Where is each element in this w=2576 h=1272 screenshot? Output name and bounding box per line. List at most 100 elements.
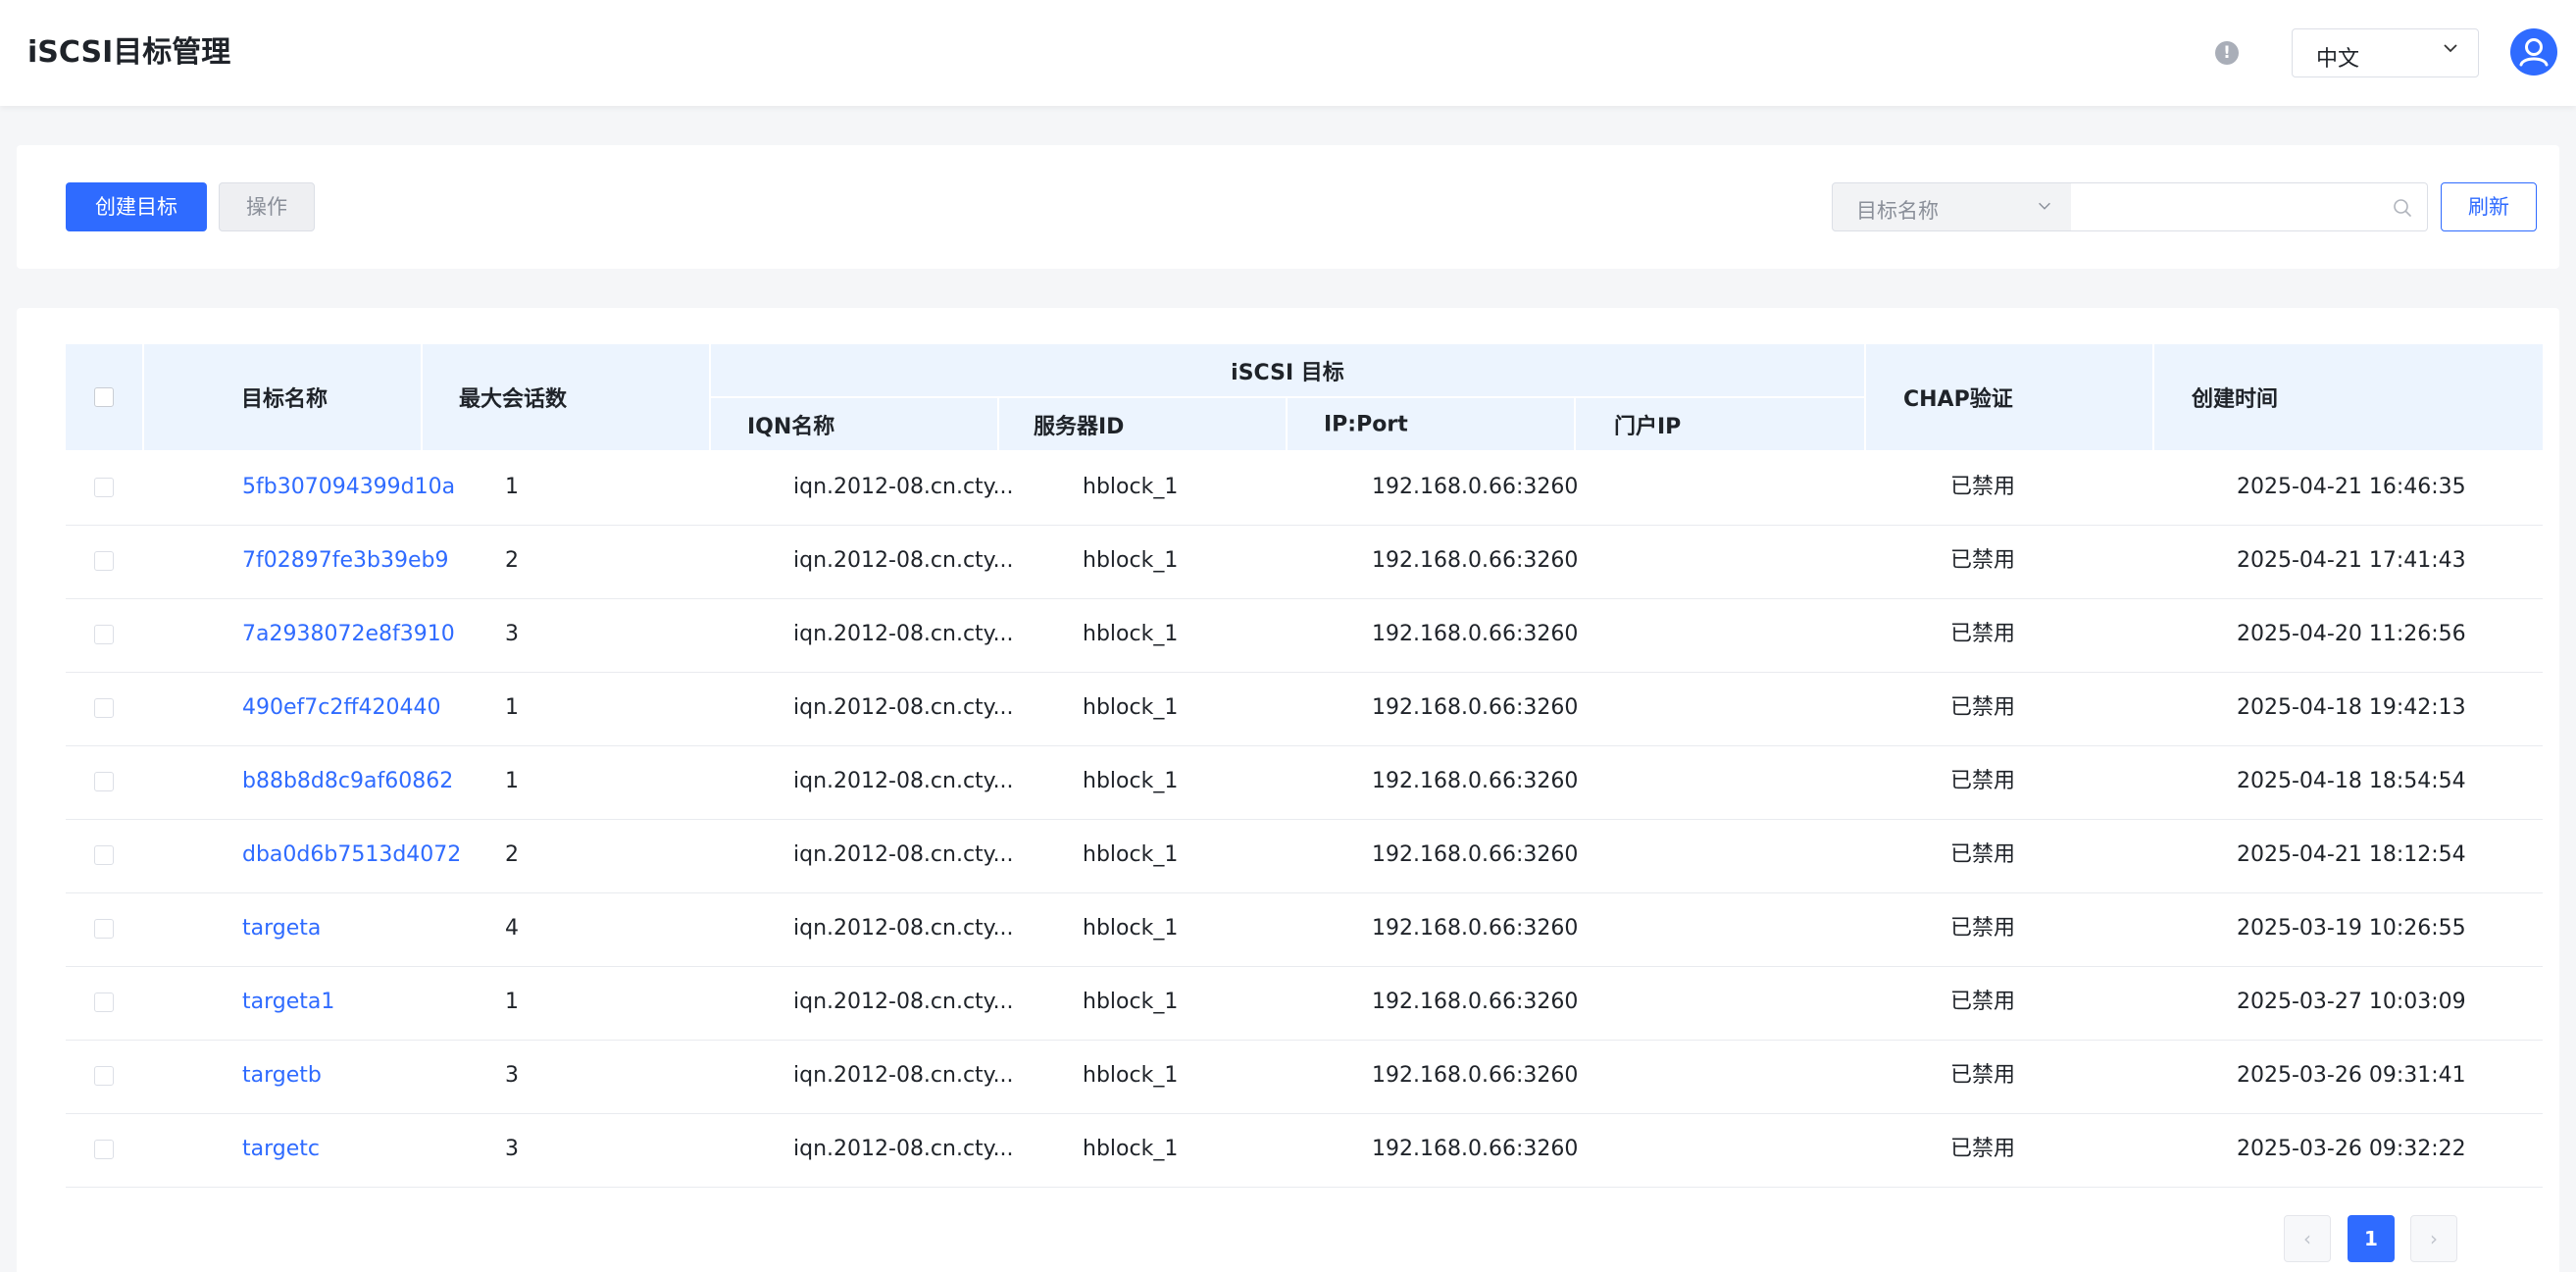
- ip-port-cell: 192.168.0.66:3260: [1372, 916, 1579, 941]
- row-checkbox[interactable]: [94, 625, 114, 644]
- pagination-prev-button[interactable]: ‹: [2284, 1215, 2331, 1262]
- header-server-id-label: 服务器ID: [1034, 414, 1125, 439]
- iqn-cell: iqn.2012-08.cn.cty...: [793, 1063, 1014, 1088]
- target-name-link[interactable]: targetc: [242, 1113, 320, 1186]
- header-iqn-label: IQN名称: [747, 414, 835, 439]
- target-name-link[interactable]: b88b8d8c9af60862: [242, 745, 453, 818]
- header-portal-ip: 门户IP: [1576, 398, 1864, 450]
- iqn-cell: iqn.2012-08.cn.cty...: [793, 990, 1014, 1014]
- max-sessions-cell: 1: [505, 475, 519, 499]
- target-name-link[interactable]: 7f02897fe3b39eb9: [242, 525, 448, 597]
- refresh-button[interactable]: 刷新: [2441, 182, 2537, 231]
- chap-status-cell: 已禁用: [1950, 475, 2016, 499]
- header-created: 创建时间: [2154, 344, 2543, 450]
- header-target-name: 目标名称: [144, 344, 421, 450]
- row-checkbox[interactable]: [94, 772, 114, 791]
- server-id-cell: hblock_1: [1083, 1137, 1179, 1161]
- target-name-link[interactable]: targeta1: [242, 966, 334, 1039]
- created-time-cell: 2025-03-26 09:32:22: [2237, 1137, 2466, 1161]
- server-id-cell: hblock_1: [1083, 842, 1179, 867]
- server-id-cell: hblock_1: [1083, 916, 1179, 941]
- created-time-cell: 2025-03-26 09:31:41: [2237, 1063, 2466, 1088]
- ip-port-cell: 192.168.0.66:3260: [1372, 548, 1579, 573]
- header-portal-ip-label: 门户IP: [1614, 414, 1682, 439]
- row-checkbox[interactable]: [94, 919, 114, 939]
- table-header: 目标名称 最大会话数 iSCSI 目标 IQN名称 服务器ID IP:Port …: [66, 344, 2543, 450]
- iqn-cell: iqn.2012-08.cn.cty...: [793, 622, 1014, 646]
- chap-status-cell: 已禁用: [1950, 842, 2016, 867]
- max-sessions-cell: 3: [505, 1137, 519, 1161]
- created-time-cell: 2025-03-27 10:03:09: [2237, 990, 2466, 1014]
- table-card: 目标名称 最大会话数 iSCSI 目标 IQN名称 服务器ID IP:Port …: [17, 308, 2559, 1272]
- row-checkbox[interactable]: [94, 478, 114, 497]
- target-name-link[interactable]: targetb: [242, 1040, 322, 1112]
- created-time-cell: 2025-04-21 16:46:35: [2237, 475, 2466, 499]
- pagination-page-1[interactable]: 1: [2348, 1215, 2395, 1262]
- iqn-cell: iqn.2012-08.cn.cty...: [793, 1137, 1014, 1161]
- server-id-cell: hblock_1: [1083, 548, 1179, 573]
- ip-port-cell: 192.168.0.66:3260: [1372, 622, 1579, 646]
- row-checkbox[interactable]: [94, 992, 114, 1012]
- row-checkbox[interactable]: [94, 698, 114, 718]
- server-id-cell: hblock_1: [1083, 990, 1179, 1014]
- iqn-cell: iqn.2012-08.cn.cty...: [793, 842, 1014, 867]
- table-row: 490ef7c2ff420440 1 iqn.2012-08.cn.cty... hb…: [66, 672, 2543, 746]
- search-input[interactable]: [2083, 193, 2371, 223]
- search-icon[interactable]: [2392, 197, 2413, 219]
- ip-port-cell: 192.168.0.66:3260: [1372, 842, 1579, 867]
- chap-status-cell: 已禁用: [1950, 990, 2016, 1014]
- action-button[interactable]: 操作: [219, 182, 315, 231]
- table-row: 7f02897fe3b39eb9 2 iqn.2012-08.cn.cty... hb…: [66, 525, 2543, 599]
- max-sessions-cell: 3: [505, 1063, 519, 1088]
- server-id-cell: hblock_1: [1083, 769, 1179, 793]
- ip-port-cell: 192.168.0.66:3260: [1372, 475, 1579, 499]
- target-name-link[interactable]: 7a2938072e8f3910: [242, 598, 455, 671]
- max-sessions-cell: 1: [505, 990, 519, 1014]
- max-sessions-cell: 1: [505, 695, 519, 720]
- header-created-label: 创建时间: [2192, 387, 2279, 412]
- table-row: b88b8d8c9af60862 1 iqn.2012-08.cn.cty... hb…: [66, 745, 2543, 820]
- search-box: [2071, 182, 2428, 231]
- max-sessions-cell: 4: [505, 916, 519, 941]
- row-checkbox[interactable]: [94, 1140, 114, 1159]
- chap-status-cell: 已禁用: [1950, 916, 2016, 941]
- pagination-next-button[interactable]: ›: [2410, 1215, 2457, 1262]
- header-iscsi-target-label: iSCSI 目标: [1231, 360, 1344, 385]
- table-row: dba0d6b7513d4072 2 iqn.2012-08.cn.cty... hb…: [66, 819, 2543, 893]
- header-ip-port: IP:Port: [1288, 398, 1574, 450]
- row-checkbox[interactable]: [94, 551, 114, 571]
- select-all-checkbox[interactable]: [94, 387, 114, 407]
- server-id-cell: hblock_1: [1083, 695, 1179, 720]
- row-checkbox[interactable]: [94, 845, 114, 865]
- iqn-cell: iqn.2012-08.cn.cty...: [793, 695, 1014, 720]
- create-target-button[interactable]: 创建目标: [66, 182, 207, 231]
- table-row: targetb 3 iqn.2012-08.cn.cty... hblock_1 192…: [66, 1040, 2543, 1114]
- filter-field-value: 目标名称: [1856, 199, 1939, 223]
- target-name-link[interactable]: dba0d6b7513d4072: [242, 819, 461, 891]
- filter-field-select[interactable]: 目标名称: [1832, 182, 2072, 231]
- chap-status-cell: 已禁用: [1950, 622, 2016, 646]
- header-target-name-label: 目标名称: [241, 387, 328, 412]
- created-time-cell: 2025-04-21 17:41:43: [2237, 548, 2466, 573]
- table-row: 5fb307094399d10a 1 iqn.2012-08.cn.cty... hb…: [66, 451, 2543, 526]
- ip-port-cell: 192.168.0.66:3260: [1372, 695, 1579, 720]
- info-circle-icon[interactable]: !: [2215, 41, 2239, 65]
- user-avatar-icon[interactable]: [2510, 28, 2557, 76]
- chevron-down-icon: [2039, 202, 2050, 210]
- table-row: targeta 4 iqn.2012-08.cn.cty... hblock_1 192…: [66, 892, 2543, 967]
- chap-status-cell: 已禁用: [1950, 548, 2016, 573]
- header-max-sessions-label: 最大会话数: [459, 387, 568, 412]
- row-checkbox[interactable]: [94, 1066, 114, 1086]
- target-name-link[interactable]: 5fb307094399d10a: [242, 451, 455, 524]
- chap-status-cell: 已禁用: [1950, 1063, 2016, 1088]
- iqn-cell: iqn.2012-08.cn.cty...: [793, 916, 1014, 941]
- iqn-cell: iqn.2012-08.cn.cty...: [793, 769, 1014, 793]
- header-iscsi-target-group: iSCSI 目标: [711, 344, 1864, 396]
- created-time-cell: 2025-03-19 10:26:55: [2237, 916, 2466, 941]
- max-sessions-cell: 2: [505, 548, 519, 573]
- language-select[interactable]: 中文: [2292, 28, 2479, 77]
- chap-status-cell: 已禁用: [1950, 769, 2016, 793]
- ip-port-cell: 192.168.0.66:3260: [1372, 769, 1579, 793]
- target-name-link[interactable]: targeta: [242, 892, 321, 965]
- target-name-link[interactable]: 490ef7c2ff420440: [242, 672, 441, 744]
